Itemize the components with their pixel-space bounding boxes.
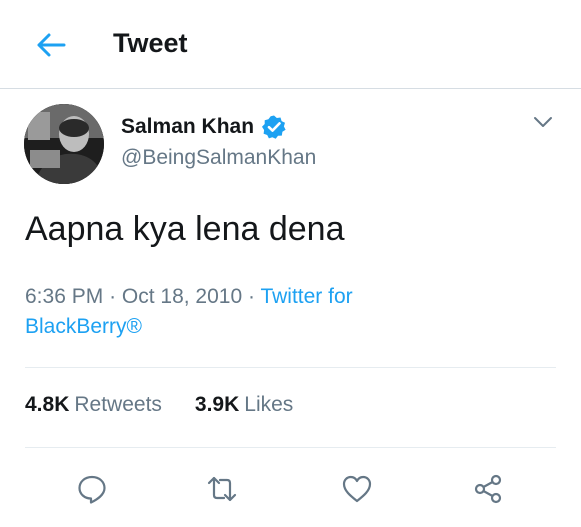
meta-separator: · — [109, 285, 122, 308]
arrow-left-icon[interactable] — [34, 30, 68, 60]
likes-stat[interactable]: 3.9K Likes — [195, 393, 293, 417]
likes-label: Likes — [244, 393, 294, 416]
retweets-stat[interactable]: 4.8K Retweets — [25, 393, 162, 417]
avatar[interactable] — [24, 104, 104, 184]
retweet-icon[interactable] — [206, 473, 238, 505]
verified-badge-icon — [262, 115, 286, 139]
meta-separator: · — [247, 285, 261, 308]
page-title: Tweet — [113, 28, 188, 58]
action-bar — [0, 465, 581, 511]
chevron-down-icon[interactable] — [532, 114, 554, 130]
top-bar: Tweet — [0, 0, 581, 89]
author-handle[interactable]: @BeingSalmanKhan — [121, 146, 316, 170]
likes-count: 3.9K — [194, 393, 240, 416]
heart-icon[interactable] — [341, 473, 373, 505]
author-row: Salman Khan — [121, 114, 287, 140]
divider — [25, 367, 556, 368]
retweets-label: Retweets — [74, 393, 162, 416]
divider — [25, 447, 556, 448]
tweet-meta: 6:36 PM · Oct 18, 2010 · Twitter for Bla… — [25, 282, 445, 342]
tweet-text: Aapna kya lena dena — [25, 210, 345, 248]
author-name[interactable]: Salman Khan — [121, 115, 254, 139]
tweet-stats: 4.8K Retweets 3.9K Likes — [25, 393, 326, 417]
avatar-photo — [24, 104, 104, 184]
tweet-date: Oct 18, 2010 — [121, 285, 243, 308]
share-icon[interactable] — [472, 473, 504, 505]
retweets-count: 4.8K — [25, 393, 70, 416]
reply-icon[interactable] — [76, 473, 108, 505]
tweet-time: 6:36 PM — [25, 285, 104, 308]
